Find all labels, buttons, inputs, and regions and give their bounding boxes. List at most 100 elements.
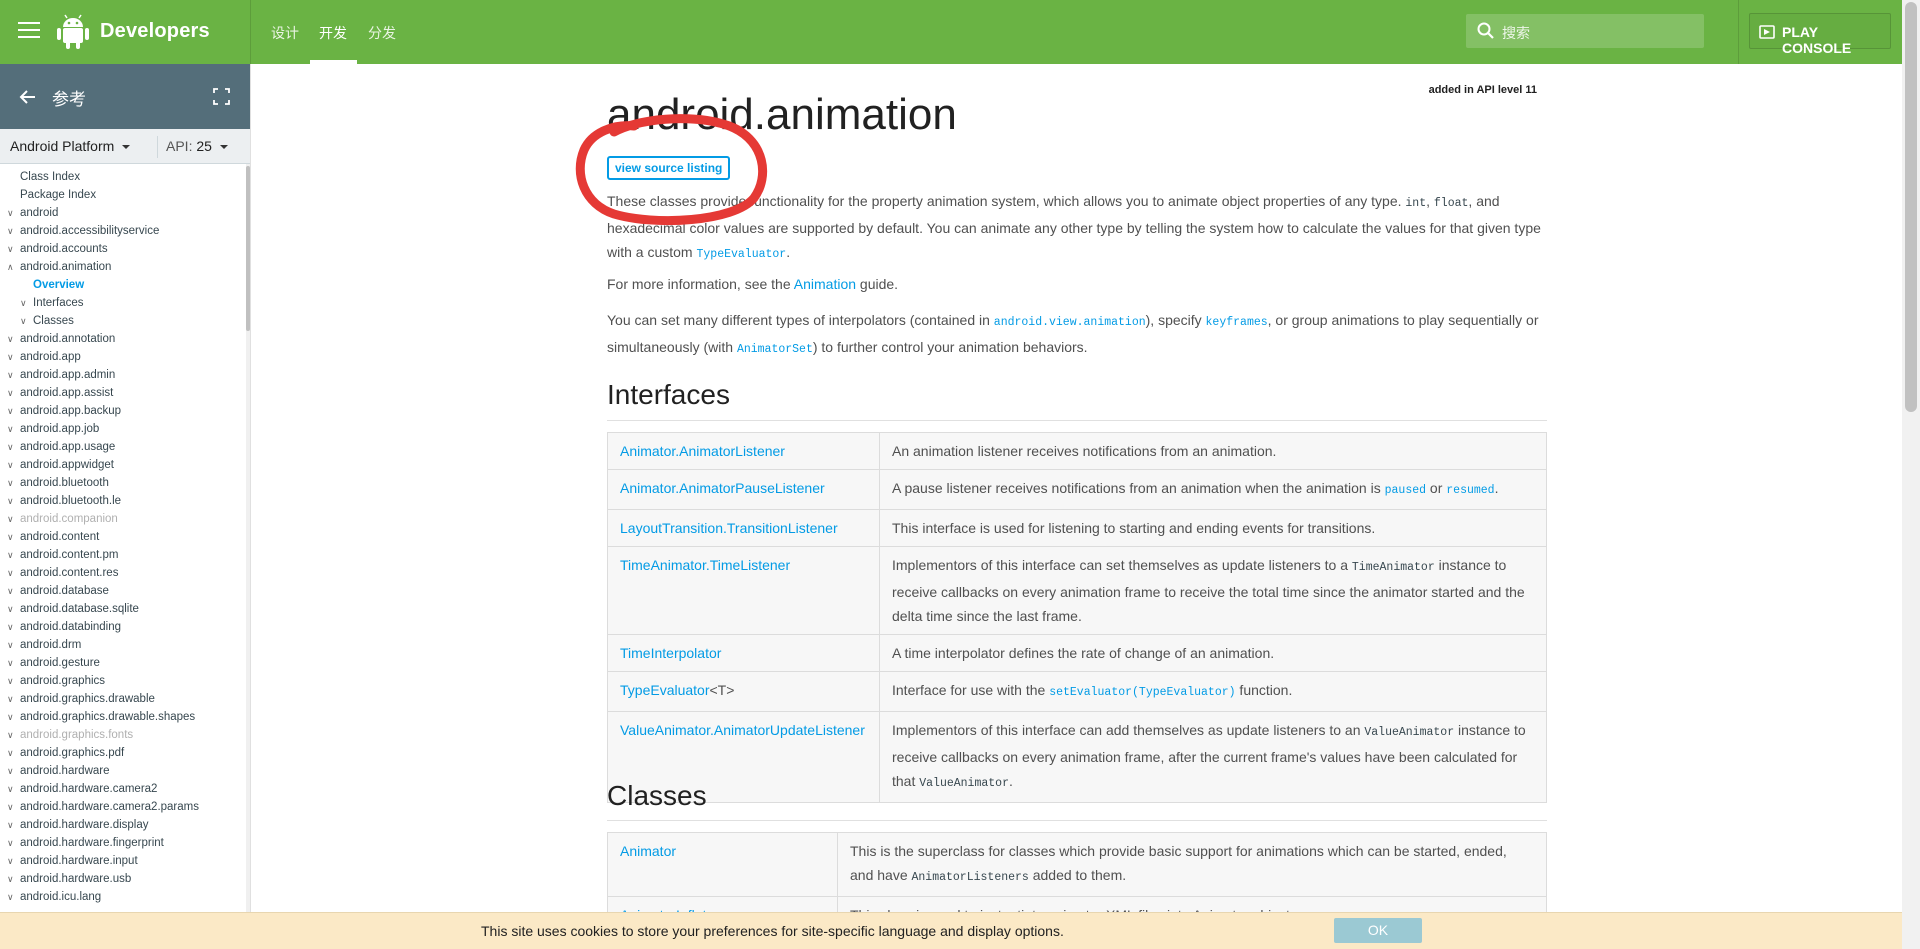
cookie-ok-button[interactable]: OK: [1334, 918, 1422, 943]
sidebar-item[interactable]: ∨ android.hardware: [0, 762, 244, 780]
chevron-down-icon[interactable]: ∨: [7, 510, 14, 528]
chevron-down-icon[interactable]: ∨: [7, 474, 14, 492]
sidebar-item[interactable]: ∨ android.app.job: [0, 420, 244, 438]
chevron-down-icon[interactable]: ∨: [7, 744, 14, 762]
chevron-down-icon[interactable]: ∨: [7, 636, 14, 654]
sidebar-item[interactable]: ∨ android: [0, 204, 244, 222]
class-link[interactable]: Animator: [620, 843, 676, 859]
chevron-down-icon[interactable]: ∨: [7, 348, 14, 366]
sidebar-item[interactable]: Class Index: [0, 168, 244, 186]
chevron-down-icon[interactable]: ∨: [7, 456, 14, 474]
sidebar-item[interactable]: ∨ android.graphics.pdf: [0, 744, 244, 762]
chevron-down-icon[interactable]: ∨: [7, 870, 14, 888]
tab-design[interactable]: 设计: [271, 23, 299, 43]
tab-distribute[interactable]: 分发: [368, 23, 396, 43]
sidebar-item[interactable]: ∧ android.animation: [0, 258, 244, 276]
chevron-down-icon[interactable]: ∨: [7, 420, 14, 438]
chevron-down-icon[interactable]: ∨: [20, 312, 27, 330]
sidebar-item[interactable]: ∨ android.graphics.fonts: [0, 726, 244, 744]
sidebar-item[interactable]: ∨ android.database.sqlite: [0, 600, 244, 618]
sidebar-item[interactable]: ∨ android.hardware.input: [0, 852, 244, 870]
interface-link[interactable]: TimeInterpolator: [620, 645, 721, 661]
sidebar-item[interactable]: Package Index: [0, 186, 244, 204]
chevron-down-icon[interactable]: ∨: [7, 366, 14, 384]
sidebar-item[interactable]: ∨ android.drm: [0, 636, 244, 654]
sidebar-item[interactable]: ∨ android.hardware.display: [0, 816, 244, 834]
chevron-down-icon[interactable]: ∨: [7, 852, 14, 870]
sidebar-item[interactable]: ∨ android.icu.lang: [0, 888, 244, 906]
hamburger-menu-icon[interactable]: [18, 22, 40, 40]
chevron-down-icon[interactable]: ∨: [7, 528, 14, 546]
back-arrow-icon[interactable]: [18, 87, 38, 107]
chevron-down-icon[interactable]: ∨: [7, 888, 14, 906]
android-logo-icon[interactable]: [56, 14, 90, 50]
type-evaluator-link[interactable]: TypeEvaluator: [696, 248, 786, 261]
brand-title[interactable]: Developers: [100, 20, 210, 43]
sidebar-item[interactable]: ∨ android.annotation: [0, 330, 244, 348]
interface-link[interactable]: LayoutTransition.TransitionListener: [620, 520, 838, 536]
chevron-up-icon[interactable]: ∧: [7, 258, 14, 276]
page-scrollbar[interactable]: [1902, 0, 1920, 949]
sidebar-item[interactable]: ∨ android.app.backup: [0, 402, 244, 420]
keyframes-link[interactable]: keyframes: [1206, 316, 1268, 329]
tab-develop[interactable]: 开发: [319, 23, 347, 43]
interface-link[interactable]: Animator.AnimatorListener: [620, 443, 785, 459]
sidebar-item[interactable]: ∨ android.companion: [0, 510, 244, 528]
page-scrollbar-thumb[interactable]: [1905, 2, 1917, 412]
sidebar-item[interactable]: ∨ android.hardware.camera2.params: [0, 798, 244, 816]
chevron-down-icon[interactable]: ∨: [7, 330, 14, 348]
chevron-down-icon[interactable]: ∨: [7, 654, 14, 672]
view-animation-link[interactable]: android.view.animation: [994, 316, 1146, 329]
chevron-down-icon[interactable]: ∨: [7, 402, 14, 420]
sidebar-item[interactable]: ∨ android.hardware.camera2: [0, 780, 244, 798]
chevron-down-icon[interactable]: ∨: [7, 708, 14, 726]
sidebar-item[interactable]: ∨ android.accounts: [0, 240, 244, 258]
chevron-down-icon[interactable]: ∨: [7, 690, 14, 708]
search-input[interactable]: 搜索: [1466, 14, 1704, 48]
chevron-down-icon[interactable]: ∨: [7, 834, 14, 852]
chevron-down-icon[interactable]: ∨: [7, 582, 14, 600]
play-console-button[interactable]: PLAY CONSOLE: [1749, 13, 1891, 56]
sidebar-item[interactable]: ∨ android.database: [0, 582, 244, 600]
sidebar-item[interactable]: ∨ Classes: [0, 312, 244, 330]
sidebar-item[interactable]: ∨ android.bluetooth: [0, 474, 244, 492]
interface-link[interactable]: Animator.AnimatorPauseListener: [620, 480, 825, 496]
chevron-down-icon[interactable]: ∨: [7, 726, 14, 744]
resumed-link[interactable]: resumed: [1446, 484, 1494, 497]
platform-dropdown[interactable]: Android Platform: [10, 138, 131, 154]
chevron-down-icon[interactable]: ∨: [7, 798, 14, 816]
sidebar-item[interactable]: ∨ android.app.usage: [0, 438, 244, 456]
chevron-down-icon[interactable]: ∨: [7, 618, 14, 636]
chevron-down-icon[interactable]: ∨: [7, 438, 14, 456]
sidebar-item[interactable]: ∨ android.content.pm: [0, 546, 244, 564]
sidebar-item[interactable]: ∨ android.graphics: [0, 672, 244, 690]
sidebar-item[interactable]: Overview: [0, 276, 244, 294]
chevron-down-icon[interactable]: ∨: [7, 492, 14, 510]
sidebar-item[interactable]: ∨ android.content: [0, 528, 244, 546]
view-source-button[interactable]: view source listing: [607, 156, 731, 180]
chevron-down-icon[interactable]: ∨: [7, 384, 14, 402]
chevron-down-icon[interactable]: ∨: [7, 600, 14, 618]
chevron-down-icon[interactable]: ∨: [20, 294, 27, 312]
sidebar-item[interactable]: ∨ android.bluetooth.le: [0, 492, 244, 510]
paused-link[interactable]: paused: [1385, 484, 1426, 497]
sidebar-item[interactable]: ∨ android.content.res: [0, 564, 244, 582]
fullscreen-icon[interactable]: [213, 88, 230, 105]
animator-set-link[interactable]: AnimatorSet: [737, 343, 813, 356]
sidebar-item[interactable]: ∨ Interfaces: [0, 294, 244, 312]
sidebar-item[interactable]: ∨ android.graphics.drawable: [0, 690, 244, 708]
sidebar-item[interactable]: ∨ android.app.assist: [0, 384, 244, 402]
sidebar-item[interactable]: ∨ android.databinding: [0, 618, 244, 636]
interface-link[interactable]: TimeAnimator.TimeListener: [620, 557, 790, 573]
sidebar-item[interactable]: ∨ android.appwidget: [0, 456, 244, 474]
sidebar-item[interactable]: ∨ android.accessibilityservice: [0, 222, 244, 240]
sidebar-item[interactable]: ∨ android.gesture: [0, 654, 244, 672]
sidebar-item[interactable]: ∨ android.app: [0, 348, 244, 366]
chevron-down-icon[interactable]: ∨: [7, 564, 14, 582]
sidebar-item[interactable]: ∨ android.graphics.drawable.shapes: [0, 708, 244, 726]
sidebar-item[interactable]: ∨ android.hardware.fingerprint: [0, 834, 244, 852]
sidebar-item[interactable]: ∨ android.hardware.usb: [0, 870, 244, 888]
chevron-down-icon[interactable]: ∨: [7, 204, 14, 222]
chevron-down-icon[interactable]: ∨: [7, 762, 14, 780]
chevron-down-icon[interactable]: ∨: [7, 240, 14, 258]
